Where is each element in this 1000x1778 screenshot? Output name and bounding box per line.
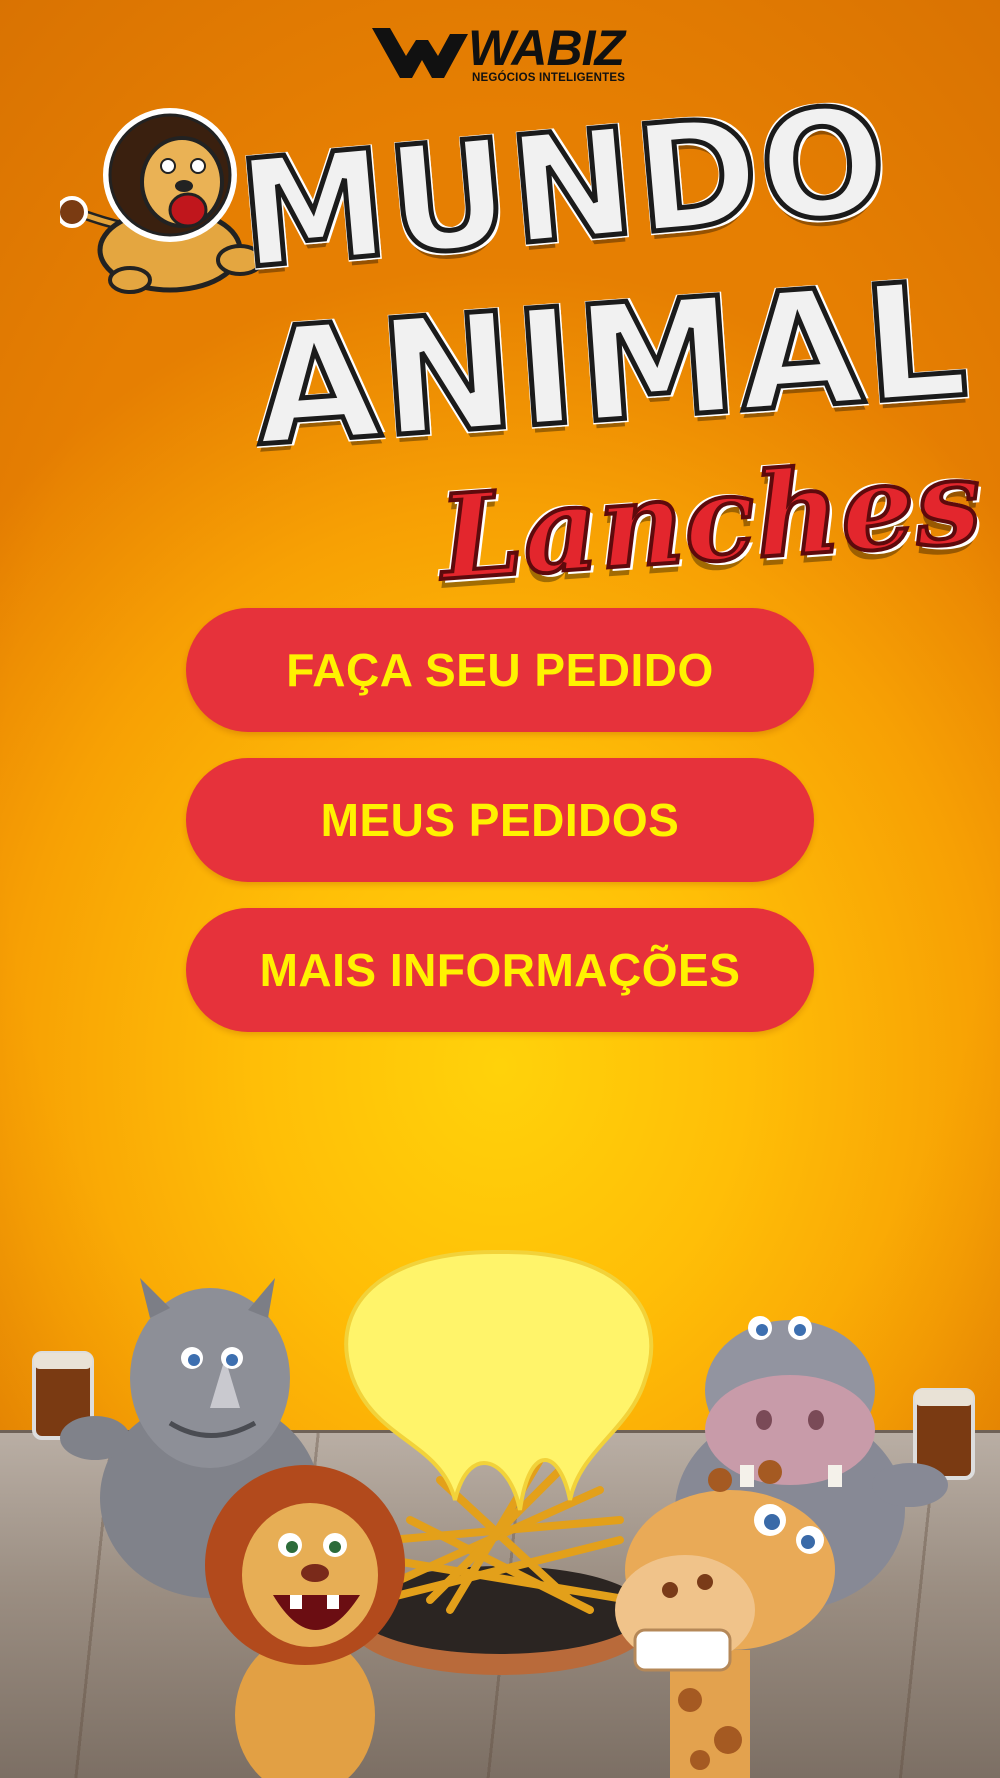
giraffe-icon [615,1460,835,1778]
lion-icon [205,1465,405,1778]
place-order-button[interactable]: FAÇA SEU PEDIDO [186,608,814,732]
animals-illustration [0,1240,1000,1778]
wabiz-chevron-icon [372,28,468,78]
my-orders-button[interactable]: MEUS PEDIDOS [186,758,814,882]
main-menu: FAÇA SEU PEDIDO MEUS PEDIDOS MAIS INFORM… [186,608,814,1032]
brand-tagline: NEGÓCIOS INTELIGENTES [472,72,626,84]
restaurant-logo: MUNDO ANIMAL Lanches [60,71,988,609]
brand-name: WABIZ [468,20,625,76]
wabiz-brand: WABIZ NEGÓCIOS INTELIGENTES [372,20,640,86]
more-info-button[interactable]: MAIS INFORMAÇÕES [186,908,814,1032]
